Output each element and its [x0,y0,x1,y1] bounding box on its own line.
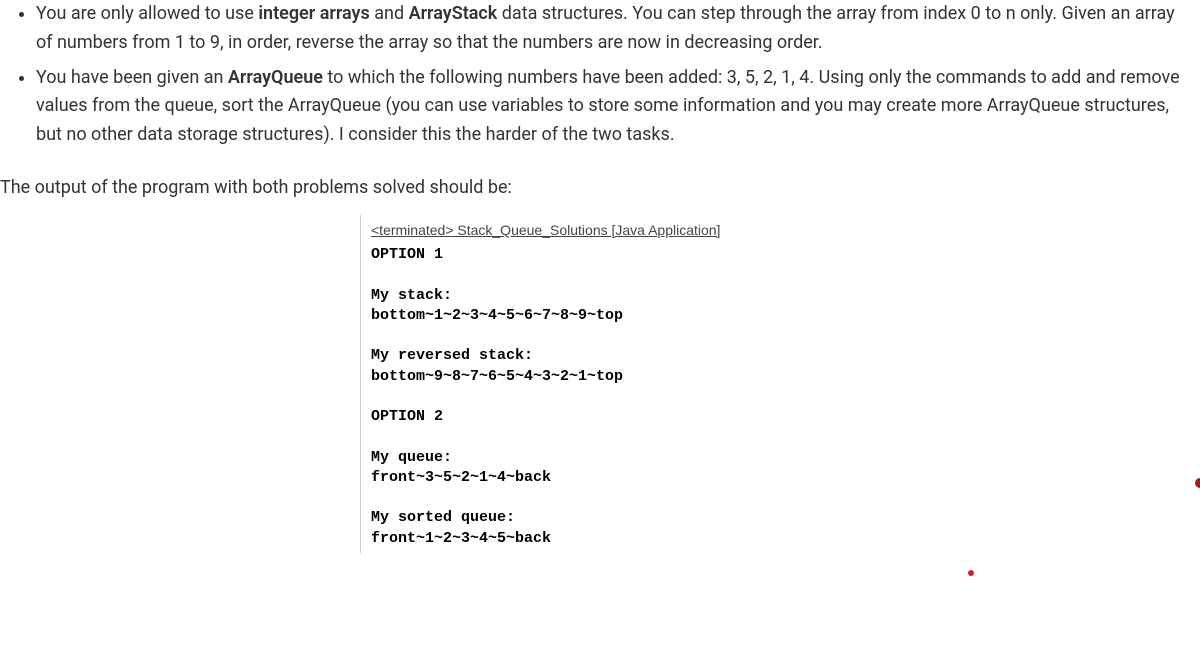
bold-text: ArrayQueue [228,67,323,88]
text: and [370,3,409,24]
list-item: You are only allowed to use integer arra… [36,0,1180,58]
bold-text: ArrayStack [409,3,498,24]
console-output: OPTION 1 My stack: bottom~1~2~3~4~5~6~7~… [371,245,1200,549]
decorative-half-circle [1195,478,1200,488]
text: You have been given an [36,67,228,88]
list-item: You have been given an ArrayQueue to whi… [36,64,1180,150]
text: You are only allowed to use [36,3,258,24]
output-caption: The output of the program with both prob… [0,174,1200,203]
bold-text: integer arrays [258,3,369,24]
terminated-header: <terminated> Stack_Queue_Solutions [Java… [371,219,1200,241]
instruction-list: You are only allowed to use integer arra… [0,0,1200,150]
decorative-dot [968,570,974,576]
console-output-block: <terminated> Stack_Queue_Solutions [Java… [360,215,1200,553]
